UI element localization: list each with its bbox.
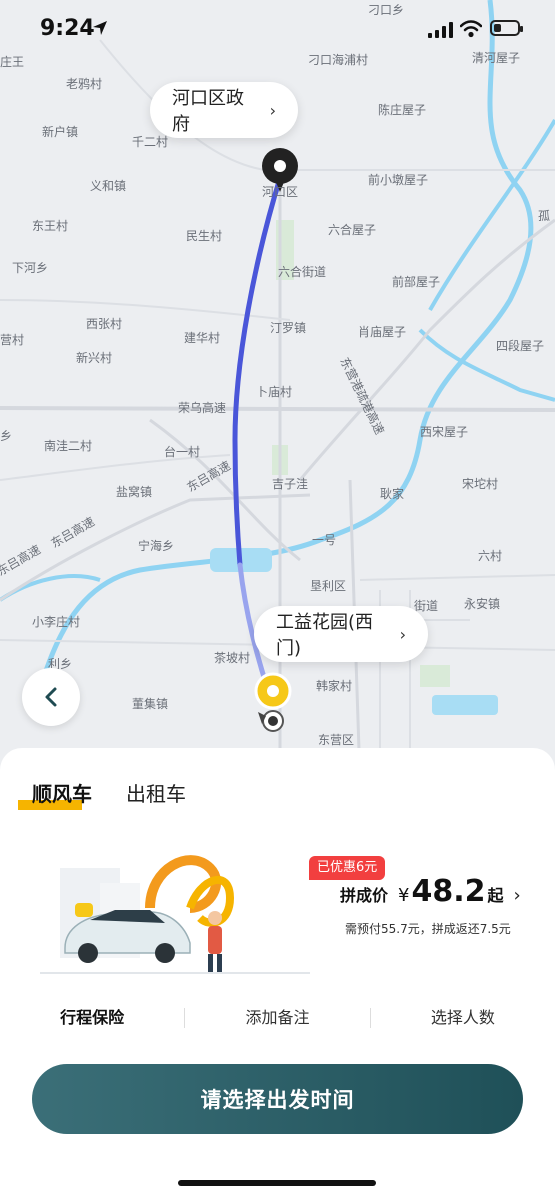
map-place-label: 西张村 [86, 317, 122, 331]
battery-icon [490, 20, 523, 36]
chevron-left-icon [45, 687, 57, 707]
option-passenger-count[interactable]: 选择人数 [371, 1000, 555, 1036]
chevron-right-icon: › [269, 100, 276, 120]
location-arrow-icon [93, 21, 107, 35]
map-place-label: 吉子洼 [272, 477, 308, 491]
status-time: 9:24 [40, 16, 95, 41]
currency-symbol: ¥ [398, 885, 410, 906]
map-place-label: 陈庄屋子 [378, 102, 426, 117]
map-place-label: 荣乌高速 [178, 400, 226, 415]
map-place-label: 四段屋子 [496, 338, 544, 353]
price-note: 需预付55.7元，拼成返还7.5元 [345, 922, 511, 936]
lake [432, 695, 498, 715]
map-place-label: 汀罗镇 [270, 321, 306, 335]
home-indicator [178, 1180, 376, 1186]
map-place-label: 义和镇 [90, 179, 126, 193]
chevron-right-icon: › [399, 624, 406, 644]
map-place-label: 宁海乡 [138, 538, 174, 553]
map-place-label: 茶坡村 [214, 650, 250, 665]
map-place-label: 盐窝镇 [116, 484, 152, 499]
map-place-label: 前部屋子 [392, 274, 440, 289]
map-place-label: 一号 [312, 533, 336, 547]
option-insurance[interactable]: 行程保险 [0, 1000, 184, 1036]
origin-bubble[interactable]: 工益花园(西门) › [254, 606, 428, 662]
option-add-note[interactable]: 添加备注 [185, 1000, 369, 1036]
price-value: 48.2 [411, 874, 486, 909]
ride-options-sheet: 顺风车 出租车 已优惠6元 拼成价 ¥ 48.2 起 › 需预付55.7元，拼成… [0, 748, 555, 1200]
map-place-label: 六合屋子 [328, 222, 376, 237]
wifi-icon [460, 20, 482, 38]
map-place-label: 千二村 [132, 135, 168, 149]
map-place-label: 营村 [0, 333, 24, 347]
map-place-label: 新户镇 [42, 124, 78, 139]
map-place-label: 小李庄村 [32, 614, 80, 629]
map-place-label: 六合街道 [278, 264, 326, 279]
map-place-label: 肖庙屋子 [358, 325, 406, 339]
chevron-right-icon: › [513, 885, 521, 906]
tab-carpool[interactable]: 顺风车 [18, 778, 92, 810]
road [0, 406, 555, 412]
map-place-label: 前小墩屋子 [368, 172, 428, 187]
select-departure-time-button[interactable]: 请选择出发时间 [32, 1064, 523, 1134]
map-place-label: 孤 [538, 209, 550, 223]
ride-type-tabs: 顺风车 出租车 [18, 778, 186, 810]
map-place-label: 垦利区 [310, 579, 346, 593]
map-place-label: 西宋屋子 [420, 424, 468, 439]
map-place-label: 董集镇 [132, 696, 168, 711]
map-place-label: 耿家 [380, 486, 404, 501]
map-place-label: 民生村 [186, 229, 222, 243]
map-place-label: 卜庙村 [256, 385, 292, 399]
cellular-signal-icon [428, 22, 453, 38]
origin-label: 工益花园(西门) [276, 612, 374, 659]
map-place-label: 台一村 [164, 444, 200, 459]
map-place-label: 六村 [478, 549, 502, 563]
destination-bubble[interactable]: 河口区政府 › [150, 82, 298, 138]
map-place-label: 东营区 [318, 733, 354, 747]
map-place-label: 乡 [0, 429, 12, 443]
map-place-label: 建华村 [184, 331, 220, 345]
map-place-label: 南洼二村 [44, 438, 92, 453]
price-label: 拼成价 [340, 886, 389, 905]
tab-taxi[interactable]: 出租车 [126, 778, 186, 807]
map-place-label: 韩家村 [316, 678, 352, 693]
destination-label: 河口区政府 [172, 88, 244, 135]
back-button[interactable] [22, 668, 80, 726]
price-row[interactable]: 拼成价 ¥ 48.2 起 › [340, 874, 521, 909]
map-place-label: 永安镇 [464, 596, 500, 611]
map-place-label: 街道 [414, 599, 438, 613]
trip-options: 行程保险 添加备注 选择人数 [0, 1000, 555, 1036]
map-place-label: 新兴村 [76, 350, 112, 365]
map-place-label: 东王村 [32, 219, 68, 233]
map-place-label: 老鸦村 [66, 76, 102, 91]
park-area [420, 665, 450, 687]
map-place-label: 宋坨村 [462, 476, 498, 491]
price-suffix: 起 [487, 886, 504, 905]
car-illustration [40, 855, 310, 974]
status-bar: 9:24 [0, 0, 555, 60]
map-place-label: 河口区 [262, 185, 298, 199]
map-place-label: 下河乡 [12, 261, 48, 275]
